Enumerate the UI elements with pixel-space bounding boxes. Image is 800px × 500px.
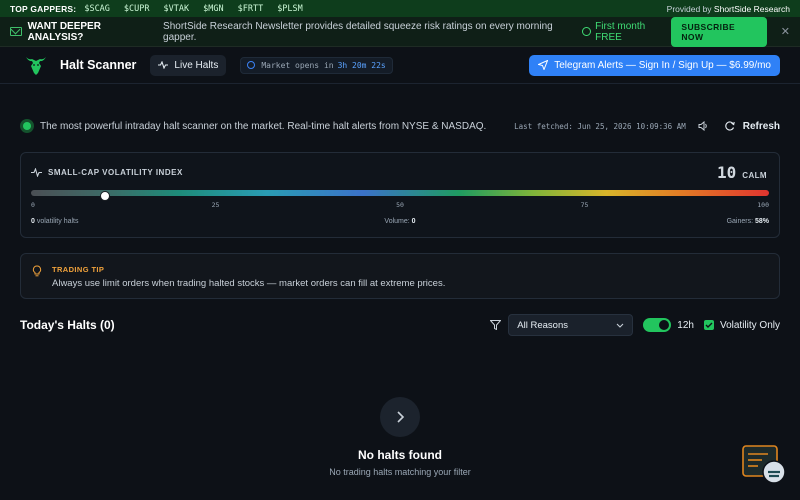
ticker-label: TOP GAPPERS: — [10, 3, 77, 14]
scale-tick: 75 — [580, 201, 589, 209]
refresh-icon — [725, 121, 735, 131]
volume-label: Volume: — [384, 218, 412, 225]
clock-icon — [247, 61, 256, 69]
scale-tick: 0 — [31, 201, 35, 209]
gainers-stat: Gainers: 58% — [727, 218, 769, 225]
activity-icon — [31, 168, 42, 177]
volatility-score-value: 10 — [717, 163, 737, 182]
check-icon — [705, 322, 713, 328]
newsletter-banner: WANT DEEPER ANALYSIS? ShortSide Research… — [0, 16, 800, 47]
intro-row: The most powerful intraday halt scanner … — [20, 117, 780, 135]
hours-label: 12h — [677, 319, 694, 331]
live-halts-label: Live Halts — [174, 59, 219, 71]
offer-text: First month FREE — [595, 20, 646, 43]
halts-heading: Today's Halts (0) — [20, 318, 115, 332]
halts-label: volatility halts — [34, 218, 79, 225]
filter-icon[interactable] — [490, 320, 502, 330]
provided-by: Provided by ShortSide Research — [667, 4, 790, 14]
halts-toolbar: Today's Halts (0) All Reasons 12h Volati… — [20, 314, 780, 336]
volatility-title-text: SMALL-CAP VOLATILITY INDEX — [48, 168, 183, 177]
reason-select-value: All Reasons — [517, 319, 568, 331]
scale-tick: 50 — [396, 201, 404, 209]
refresh-label: Refresh — [742, 120, 780, 132]
chevron-right-icon — [380, 397, 420, 437]
volatility-halts-stat: 0 volatility halts — [31, 218, 78, 225]
ticker-symbol[interactable]: $FRTT — [238, 4, 264, 14]
tagline: The most powerful intraday halt scanner … — [40, 120, 487, 132]
top-gappers-ticker: TOP GAPPERS: $SCAG $CUPR $VTAK $MGN $FRT… — [0, 0, 800, 17]
close-icon[interactable]: ✕ — [781, 25, 790, 38]
activity-icon — [158, 61, 169, 69]
market-prefix: Market opens in — [261, 60, 334, 70]
volatility-stats: 0 volatility halts Volume: 0 Gainers: 58… — [31, 218, 769, 225]
lightbulb-icon — [32, 265, 42, 277]
empty-state-title: No halts found — [358, 448, 442, 462]
refresh-button[interactable]: Refresh — [725, 121, 780, 132]
volatility-index-card: SMALL-CAP VOLATILITY INDEX 10 CALM 0 25 … — [20, 152, 780, 238]
scale-tick: 100 — [757, 201, 769, 209]
ticker-symbol[interactable]: $SCAG — [84, 4, 110, 14]
app-header: Halt Scanner Live Halts Market opens in … — [0, 47, 800, 84]
empty-state-subtitle: No trading halts matching your filter — [329, 467, 471, 477]
gainers-value: 58% — [754, 218, 769, 225]
tip-title: TRADING TIP — [52, 265, 105, 274]
telegram-alerts-button[interactable]: Telegram Alerts — Sign In / Sign Up — $6… — [529, 54, 780, 76]
volatility-only-checkbox[interactable] — [703, 320, 714, 330]
volume-value: 0 — [411, 218, 416, 225]
check-circle-icon — [582, 27, 592, 36]
banner-description: ShortSide Research Newsletter provides d… — [163, 20, 553, 43]
volatility-scale: 0 25 50 75 100 — [31, 201, 769, 211]
bull-logo-icon[interactable] — [24, 54, 48, 76]
chevron-down-icon — [616, 323, 624, 328]
ticker-symbol[interactable]: $MGN — [203, 4, 223, 14]
subscribe-button[interactable]: SUBSCRIBE NOW — [671, 16, 767, 47]
mail-icon — [10, 27, 22, 36]
trading-tip-card: TRADING TIP Always use limit orders when… — [20, 253, 780, 299]
provided-by-prefix: Provided by — [666, 3, 714, 14]
banner-offer: First month FREE — [582, 21, 671, 43]
market-countdown: Market opens in 3h 20m 22s — [240, 56, 393, 74]
reason-select[interactable]: All Reasons — [508, 314, 634, 336]
gainers-label: Gainers: — [726, 218, 755, 225]
volume-stat: Volume: 0 — [384, 218, 415, 225]
live-status-indicator — [20, 119, 34, 133]
newsletter-widget-icon[interactable] — [742, 445, 790, 487]
last-fetched: Last fetched: Jun 25, 2026 10:09:36 AM — [514, 121, 686, 131]
speaker-icon[interactable] — [698, 121, 709, 131]
volatility-gradient-bar — [31, 190, 769, 196]
send-icon — [538, 60, 549, 70]
market-time: 3h 20m 22s — [337, 60, 386, 70]
scale-tick: 25 — [211, 201, 220, 209]
hours-toggle[interactable] — [643, 318, 672, 332]
volatility-level: CALM — [742, 171, 767, 180]
ticker-symbol[interactable]: $VTAK — [164, 4, 190, 14]
app-title: Halt Scanner — [60, 58, 137, 72]
volatility-score: 10 CALM — [717, 163, 767, 182]
ticker-symbol[interactable]: $CUPR — [124, 4, 150, 14]
volatility-title: SMALL-CAP VOLATILITY INDEX — [31, 168, 183, 177]
volatility-only-label: Volatility Only — [719, 319, 780, 331]
tip-text: Always use limit orders when trading hal… — [52, 278, 446, 289]
telegram-alerts-label: Telegram Alerts — Sign In / Sign Up — $6… — [554, 59, 771, 71]
volatility-marker — [99, 191, 110, 201]
provider-link[interactable]: ShortSide Research — [714, 4, 790, 14]
banner-headline: WANT DEEPER ANALYSIS? — [27, 20, 101, 43]
ticker-symbol[interactable]: $PLSM — [277, 4, 303, 14]
live-halts-button[interactable]: Live Halts — [150, 54, 227, 76]
